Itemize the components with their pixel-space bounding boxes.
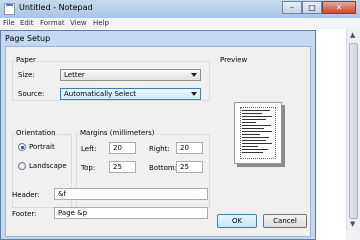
maximize-button[interactable]: □: [302, 1, 322, 14]
notepad-window-title: Untitled - Notepad: [19, 3, 93, 12]
footer-label: Footer:: [12, 210, 37, 218]
landscape-radio[interactable]: [18, 162, 26, 170]
preview-text-line: [242, 131, 272, 132]
preview-label: Preview: [220, 56, 248, 64]
left-margin-input[interactable]: 20: [109, 142, 136, 154]
paper-source-value: Automatically Select: [64, 90, 137, 98]
preview-page: [234, 102, 282, 164]
footer-input[interactable]: Page &p: [54, 207, 208, 219]
menu-edit[interactable]: Edit: [20, 19, 34, 27]
ok-button[interactable]: OK: [217, 214, 257, 228]
source-label: Source:: [18, 90, 45, 98]
menu-file[interactable]: File: [3, 19, 15, 27]
paper-size-value: Letter: [64, 71, 85, 79]
margins-group-label: Margins (millimeters): [79, 129, 156, 137]
preview-text-line: [242, 143, 272, 144]
bottom-margin-input[interactable]: 25: [176, 161, 203, 173]
notepad-menu-bar: File Edit Format View Help: [0, 18, 360, 29]
paper-size-select[interactable]: Letter: [60, 69, 201, 81]
preview-text-line: [242, 119, 266, 120]
preview-text-line: [242, 110, 270, 111]
portrait-label[interactable]: Portrait: [29, 143, 55, 151]
preview-text-line: [242, 113, 262, 114]
preview-text-line: [242, 140, 266, 141]
chevron-down-icon: [191, 92, 197, 96]
top-margin-label: Top:: [81, 164, 96, 172]
paper-group-label: Paper: [15, 56, 37, 64]
preview-text-line: [242, 125, 271, 126]
window-controls: – □ ✕: [282, 1, 356, 14]
preview-text-line: [242, 134, 260, 135]
landscape-label[interactable]: Landscape: [29, 162, 67, 170]
notepad-title-bar[interactable]: Untitled - Notepad – □ ✕: [0, 0, 360, 18]
bottom-margin-label: Bottom:: [149, 164, 178, 172]
close-button[interactable]: ✕: [322, 1, 356, 14]
right-margin-label: Right:: [149, 145, 170, 153]
preview-text-line: [242, 152, 263, 153]
scroll-down-arrow-icon[interactable]: ▼: [350, 220, 355, 228]
menu-help[interactable]: Help: [93, 19, 109, 27]
page-setup-dialog: Page Setup Paper Size: Letter Source: Au…: [0, 30, 316, 240]
scroll-up-arrow-icon[interactable]: ▲: [350, 31, 355, 39]
menu-view[interactable]: View: [70, 19, 87, 27]
notepad-vertical-scrollbar[interactable]: ▲ ▼: [346, 29, 360, 240]
left-margin-label: Left:: [81, 145, 97, 153]
orientation-group-label: Orientation: [15, 129, 57, 137]
header-input[interactable]: &f: [54, 188, 208, 200]
preview-text-line: [242, 128, 264, 129]
notepad-app-icon: [4, 3, 15, 15]
preview-text-line: [242, 149, 268, 150]
preview-text-line: [242, 137, 269, 138]
right-margin-input[interactable]: 20: [176, 142, 203, 154]
preview-text-line: [242, 116, 272, 117]
top-margin-input[interactable]: 25: [109, 161, 136, 173]
preview-text-line: [242, 122, 256, 123]
header-label: Header:: [12, 191, 40, 199]
resize-grip[interactable]: [346, 230, 360, 240]
scrollbar-thumb[interactable]: [349, 43, 358, 219]
cancel-button[interactable]: Cancel: [263, 214, 307, 228]
size-label: Size:: [18, 71, 35, 79]
menu-format[interactable]: Format: [40, 19, 65, 27]
chevron-down-icon: [191, 73, 197, 77]
minimize-button[interactable]: –: [282, 1, 302, 14]
portrait-radio[interactable]: [18, 143, 26, 151]
dialog-title: Page Setup: [5, 34, 51, 43]
preview-text-line: [242, 146, 258, 147]
paper-source-select[interactable]: Automatically Select: [60, 88, 201, 100]
